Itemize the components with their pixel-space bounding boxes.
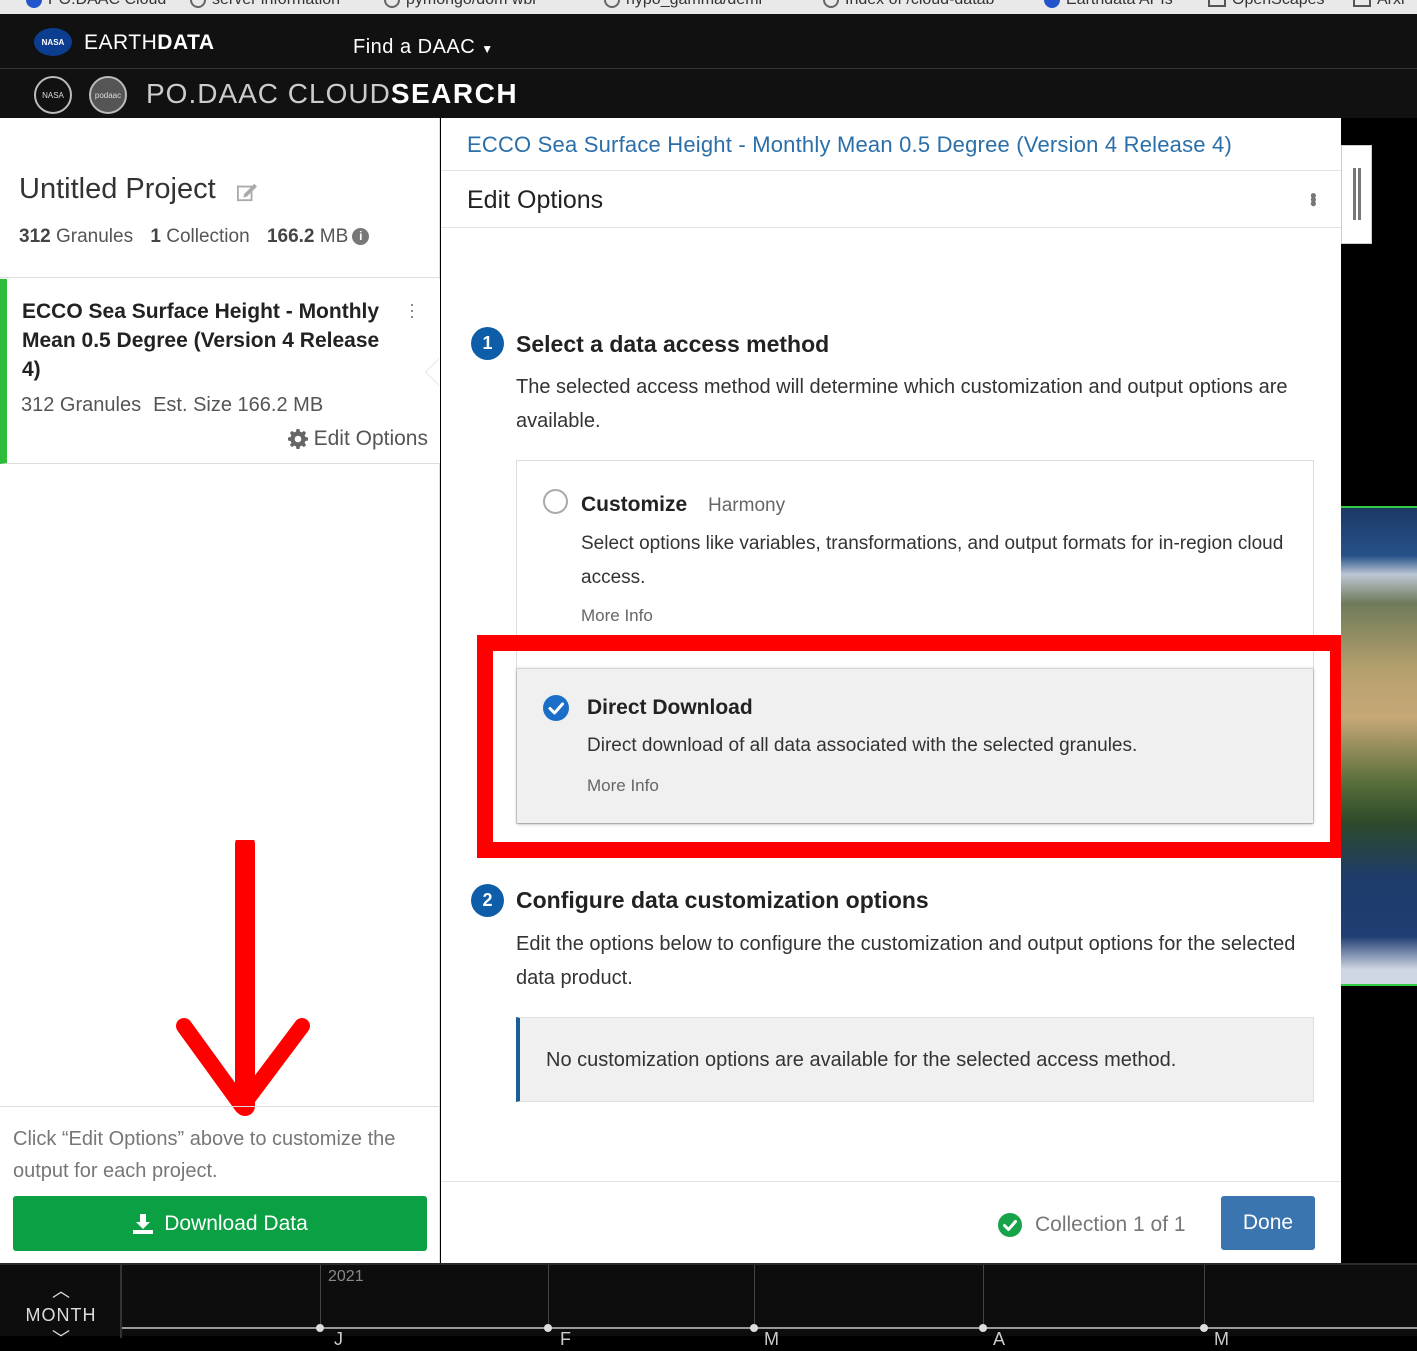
podaac-header: NASA podaac PO.DAAC CLOUDSEARCH (0, 68, 1417, 118)
notice-text: No customization options are available f… (546, 1049, 1177, 1071)
collection-meta: 312 Granules Est. Size 166.2 MB (21, 394, 324, 416)
browser-bookmarks-bar: PO.DAAC Cloud server information pymongo… (0, 0, 1417, 14)
bookmark-item[interactable]: Earthdata APIs (1044, 0, 1173, 9)
project-name: Untitled Project (19, 173, 216, 205)
timeline-resolution: MONTH (25, 1305, 97, 1325)
chevron-up-icon[interactable]: ︿ (51, 1277, 71, 1303)
timeline-marker[interactable] (316, 1324, 324, 1332)
timeline-month: J (334, 1329, 343, 1349)
nasa-logo[interactable]: NASA (34, 76, 72, 114)
timeline-month: F (560, 1329, 571, 1349)
panel-title: Edit Options (467, 186, 604, 214)
project-stats: 312 Granules 1 Collection 166.2 MB i (19, 226, 370, 248)
app-title[interactable]: PO.DAAC CLOUDSEARCH (146, 78, 518, 110)
divider (0, 277, 440, 278)
nasa-logo[interactable]: NASA (34, 28, 72, 56)
timeline-year: 2021 (328, 1268, 364, 1285)
done-button[interactable]: Done (1221, 1196, 1315, 1250)
timeline-tick (983, 1265, 984, 1329)
bookmark-item[interactable]: Index of /cloud-datab (823, 0, 994, 9)
timeline-tick (548, 1265, 549, 1329)
step-title: Configure data customization options (516, 887, 929, 913)
annotation-highlight-box (477, 635, 1346, 858)
globe-icon (190, 0, 206, 8)
radio-button[interactable] (543, 489, 568, 514)
bookmark-icon (26, 0, 42, 8)
map-imagery[interactable] (1341, 506, 1417, 986)
download-data-button[interactable]: Download Data (13, 1196, 427, 1251)
step-title: Select a data access method (516, 331, 830, 357)
no-options-notice: No customization options are available f… (516, 1017, 1314, 1102)
annotation-arrow (176, 840, 310, 1116)
more-info-link[interactable]: More Info (581, 606, 653, 626)
map-handle (1353, 168, 1356, 220)
timeline-marker[interactable] (979, 1324, 987, 1332)
podaac-logo[interactable]: podaac (89, 76, 127, 114)
timeline-month: M (764, 1329, 779, 1349)
step-description: The selected access method will determin… (516, 376, 1288, 432)
timeline[interactable]: ︿ MONTH ﹀ 2021 J F M A M (0, 1263, 1417, 1349)
gear-icon (287, 429, 308, 449)
timeline-month: A (993, 1329, 1006, 1349)
sidebar-footer: Click “Edit Options” above to customize … (0, 1106, 440, 1263)
download-hint: Click “Edit Options” above to customize … (13, 1128, 396, 1182)
timeline-marker[interactable] (1200, 1324, 1208, 1332)
check-circle-icon (998, 1213, 1022, 1237)
panel-header: Edit Options ● ● ● (441, 170, 1341, 228)
info-icon[interactable]: i (352, 228, 370, 245)
collection-link[interactable]: ECCO Sea Surface Height - Monthly Mean 0… (467, 132, 1232, 158)
earthdata-title[interactable]: EARTHDATA (84, 31, 215, 55)
map-handle (1358, 168, 1361, 220)
collection-item[interactable]: ECCO Sea Surface Height - Monthly Mean 0… (0, 279, 440, 464)
step-number: 2 (471, 884, 504, 917)
bookmark-icon (1044, 0, 1060, 8)
globe-icon (823, 0, 839, 8)
edit-options-panel: ECCO Sea Surface Height - Monthly Mean 0… (441, 118, 1346, 1263)
step-description: Edit the options below to configure the … (516, 933, 1296, 989)
bookmark-item[interactable]: Arxi (1353, 0, 1405, 9)
globe-icon (604, 0, 620, 8)
method-description: Select options like variables, transform… (581, 533, 1284, 588)
bookmark-item[interactable]: OpenScapes (1208, 0, 1325, 9)
more-options-icon[interactable]: ● ● ● (1310, 189, 1317, 209)
download-icon (133, 1213, 154, 1234)
step-number: 1 (471, 327, 504, 360)
edit-icon[interactable] (236, 182, 258, 202)
timeline-marker[interactable] (750, 1324, 758, 1332)
chevron-down-icon[interactable]: ﹀ (51, 1325, 71, 1351)
collection-title: ECCO Sea Surface Height - Monthly Mean 0… (22, 300, 380, 381)
more-options-icon[interactable]: · · · (405, 295, 419, 325)
method-title: Customize (581, 493, 688, 516)
method-subtitle: Harmony (708, 495, 786, 516)
find-daac-dropdown[interactable]: Find a DAAC ▼ (353, 36, 494, 59)
timeline-tick (1204, 1265, 1205, 1329)
project-sidebar: Untitled Project 312 Granules 1 Collecti… (0, 118, 440, 1263)
globe-icon (384, 0, 400, 8)
map-control[interactable] (1341, 145, 1372, 244)
bookmark-item[interactable]: PO.DAAC Cloud (26, 0, 166, 9)
panel-footer: Collection 1 of 1 Done (441, 1181, 1341, 1263)
folder-icon (1208, 0, 1226, 7)
collection-status: Collection 1 of 1 (997, 1212, 1186, 1238)
timeline-resolution-control: ︿ MONTH ﹀ (0, 1265, 122, 1349)
caret-down-icon: ▼ (481, 42, 494, 56)
folder-icon (1353, 0, 1371, 7)
timeline-tick (754, 1265, 755, 1329)
edit-options-link[interactable]: Edit Options (287, 427, 428, 451)
timeline-month: M (1214, 1329, 1229, 1349)
bookmark-item[interactable]: server information (190, 0, 340, 9)
bookmark-item[interactable]: hypo_gamma/demi (604, 0, 762, 9)
bookmark-item[interactable]: pymongo/dom wbi (384, 0, 536, 9)
earthdata-header: NASA EARTHDATA Find a DAAC ▼ (0, 14, 1417, 68)
timeline-marker[interactable] (544, 1324, 552, 1332)
timeline-tick (320, 1265, 321, 1329)
selection-pointer (426, 358, 440, 386)
access-method-customize[interactable]: Customize Harmony Select options like va… (517, 461, 1313, 636)
